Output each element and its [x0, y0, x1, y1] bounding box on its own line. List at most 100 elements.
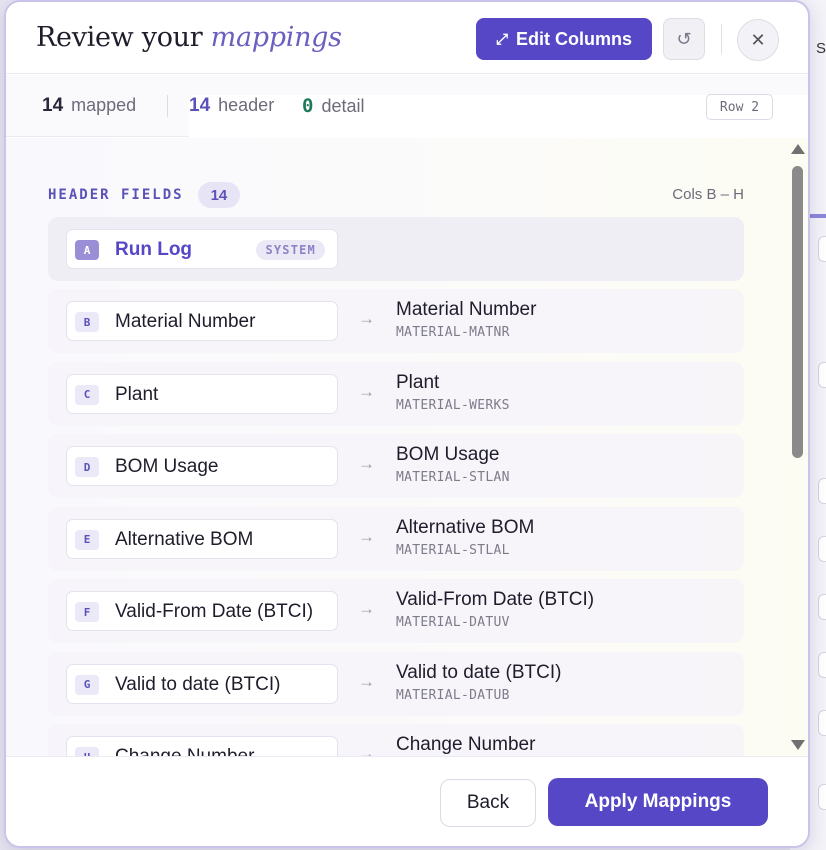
- arrow-right-icon: →: [358, 381, 375, 401]
- source-column-label: Plant: [115, 383, 159, 405]
- source-column-chip[interactable]: C Plant: [66, 373, 338, 414]
- column-letter: B: [75, 312, 99, 332]
- target-field-name: Plant: [396, 371, 440, 393]
- system-row: A Run Log SYSTEM: [48, 217, 744, 281]
- background-control: [818, 710, 826, 736]
- title-accent: mappings: [210, 22, 342, 53]
- source-column-label: Run Log: [115, 239, 193, 260]
- edit-columns-button[interactable]: ⤢ Edit Columns: [476, 18, 652, 60]
- edit-columns-label: Edit Columns: [516, 28, 632, 49]
- section-title: HEADER FIELDS: [48, 187, 184, 203]
- background-control: [818, 362, 826, 388]
- mapping-list-area: HEADER FIELDS 14 Cols B – H A Run Log SY…: [6, 138, 808, 756]
- column-letter: A: [75, 240, 99, 260]
- arrow-right-icon: →: [358, 526, 375, 546]
- close-icon: ✕: [750, 29, 766, 50]
- target-field-name: Valid to date (BTCI): [396, 661, 562, 683]
- system-badge: SYSTEM: [256, 240, 325, 260]
- modal-header: Review your mappings ⤢ Edit Columns ↺ ✕: [6, 2, 808, 74]
- expand-icon: ⤢: [495, 30, 508, 48]
- scroll-thumb[interactable]: [792, 166, 803, 458]
- target-field-code: MATERIAL-STLAL: [396, 542, 510, 558]
- source-column-label: BOM Usage: [115, 456, 219, 477]
- column-letter: G: [75, 674, 99, 695]
- source-column-chip[interactable]: H Change Number: [66, 736, 338, 756]
- target-field: Material Number MATERIAL-MATNR: [396, 299, 536, 340]
- target-field: Valid-From Date (BTCI) MATERIAL-DATUV: [396, 589, 594, 630]
- background-control: [818, 478, 826, 504]
- title-plain: Review your: [36, 22, 203, 53]
- header-divider: [721, 24, 722, 54]
- reset-button[interactable]: ↺: [663, 18, 705, 60]
- source-column-label: Valid to date (BTCI): [115, 673, 281, 695]
- mapping-row[interactable]: G Valid to date (BTCI) → Valid to date (BTC…: [48, 651, 744, 716]
- target-field-code: MATERIAL-MATNR: [396, 325, 510, 340]
- scrollbar[interactable]: [790, 144, 805, 750]
- target-field-name: Valid-From Date (BTCI): [396, 589, 595, 610]
- target-field: Change Number: [396, 734, 535, 756]
- target-field-code: MATERIAL-STLAN: [396, 470, 510, 485]
- source-column-label: Alternative BOM: [115, 528, 254, 550]
- source-column-chip: A Run Log SYSTEM: [66, 229, 338, 269]
- background-control: [818, 594, 826, 620]
- arrow-right-icon: →: [358, 744, 375, 756]
- target-field: BOM Usage MATERIAL-STLAN: [396, 444, 510, 485]
- arrow-right-icon: →: [358, 599, 375, 618]
- target-field: Alternative BOM MATERIAL-STLAL: [396, 517, 534, 558]
- mapped-stat: 14 mapped: [42, 95, 136, 117]
- background-control: [818, 536, 826, 562]
- target-field-name: Material Number: [396, 299, 537, 320]
- detail-count: 0: [302, 95, 314, 117]
- undo-icon: ↺: [676, 28, 692, 49]
- section-count-badge: 14: [197, 182, 241, 208]
- background-control: [818, 652, 826, 678]
- column-letter: H: [75, 747, 99, 756]
- source-column-chip[interactable]: E Alternative BOM: [66, 518, 338, 559]
- detail-label: detail: [321, 96, 365, 116]
- scroll-up-arrow[interactable]: [791, 144, 805, 154]
- target-field-name: Alternative BOM: [396, 516, 535, 538]
- mapping-row[interactable]: H Change Number → Change Number: [48, 724, 744, 756]
- back-button[interactable]: Back: [440, 779, 536, 827]
- header-label: header: [218, 95, 275, 115]
- scroll-down-arrow[interactable]: [791, 740, 805, 750]
- column-letter: C: [75, 384, 99, 405]
- target-field-code: MATERIAL-DATUV: [396, 615, 510, 630]
- mapping-row[interactable]: F Valid-From Date (BTCI) → Valid-From Date …: [48, 579, 744, 643]
- background-tab-indicator: [810, 214, 826, 218]
- source-column-chip[interactable]: B Material Number: [66, 301, 338, 341]
- source-column-label: Change Number: [115, 746, 254, 756]
- background-control: [818, 236, 826, 262]
- source-column-chip[interactable]: G Valid to date (BTCI): [66, 663, 338, 704]
- target-field-name: BOM Usage: [396, 444, 500, 465]
- detail-stat: 0 detail: [302, 95, 364, 117]
- arrow-right-icon: →: [358, 454, 375, 473]
- arrow-right-icon: →: [358, 309, 375, 328]
- section-header: HEADER FIELDS 14: [48, 182, 241, 208]
- background-control: [818, 784, 826, 810]
- close-button[interactable]: ✕: [737, 19, 779, 61]
- source-column-label: Material Number: [115, 311, 256, 332]
- apply-mappings-button[interactable]: Apply Mappings: [548, 778, 768, 826]
- mapping-row[interactable]: E Alternative BOM → Alternative BOM MATERIAL…: [48, 506, 744, 571]
- target-field: Valid to date (BTCI) MATERIAL-DATUB: [396, 662, 561, 703]
- mapping-row[interactable]: D BOM Usage → BOM Usage MATERIAL-STLAN: [48, 434, 744, 498]
- review-mappings-modal: Review your mappings ⤢ Edit Columns ↺ ✕ …: [4, 0, 810, 848]
- arrow-right-icon: →: [358, 671, 375, 691]
- mapping-row[interactable]: C Plant → Plant MATERIAL-WERKS: [48, 361, 744, 426]
- source-column-chip[interactable]: F Valid-From Date (BTCI): [66, 591, 338, 631]
- column-letter: D: [75, 457, 99, 477]
- target-field: Plant MATERIAL-WERKS: [396, 372, 510, 413]
- modal-footer: Back Apply Mappings: [6, 756, 808, 846]
- source-column-chip[interactable]: D BOM Usage: [66, 446, 338, 486]
- modal-title: Review your mappings: [36, 22, 342, 53]
- columns-range: Cols B – H: [672, 186, 744, 203]
- column-letter: F: [75, 602, 99, 622]
- target-field-code: MATERIAL-DATUB: [396, 687, 510, 703]
- mapped-count: 14: [42, 95, 64, 116]
- target-field-name: Change Number: [396, 734, 536, 755]
- mapped-label: mapped: [71, 95, 137, 115]
- background-text: S: [816, 40, 826, 57]
- mapping-row[interactable]: B Material Number → Material Number MATERIAL…: [48, 289, 744, 353]
- header-count: 14: [189, 95, 211, 116]
